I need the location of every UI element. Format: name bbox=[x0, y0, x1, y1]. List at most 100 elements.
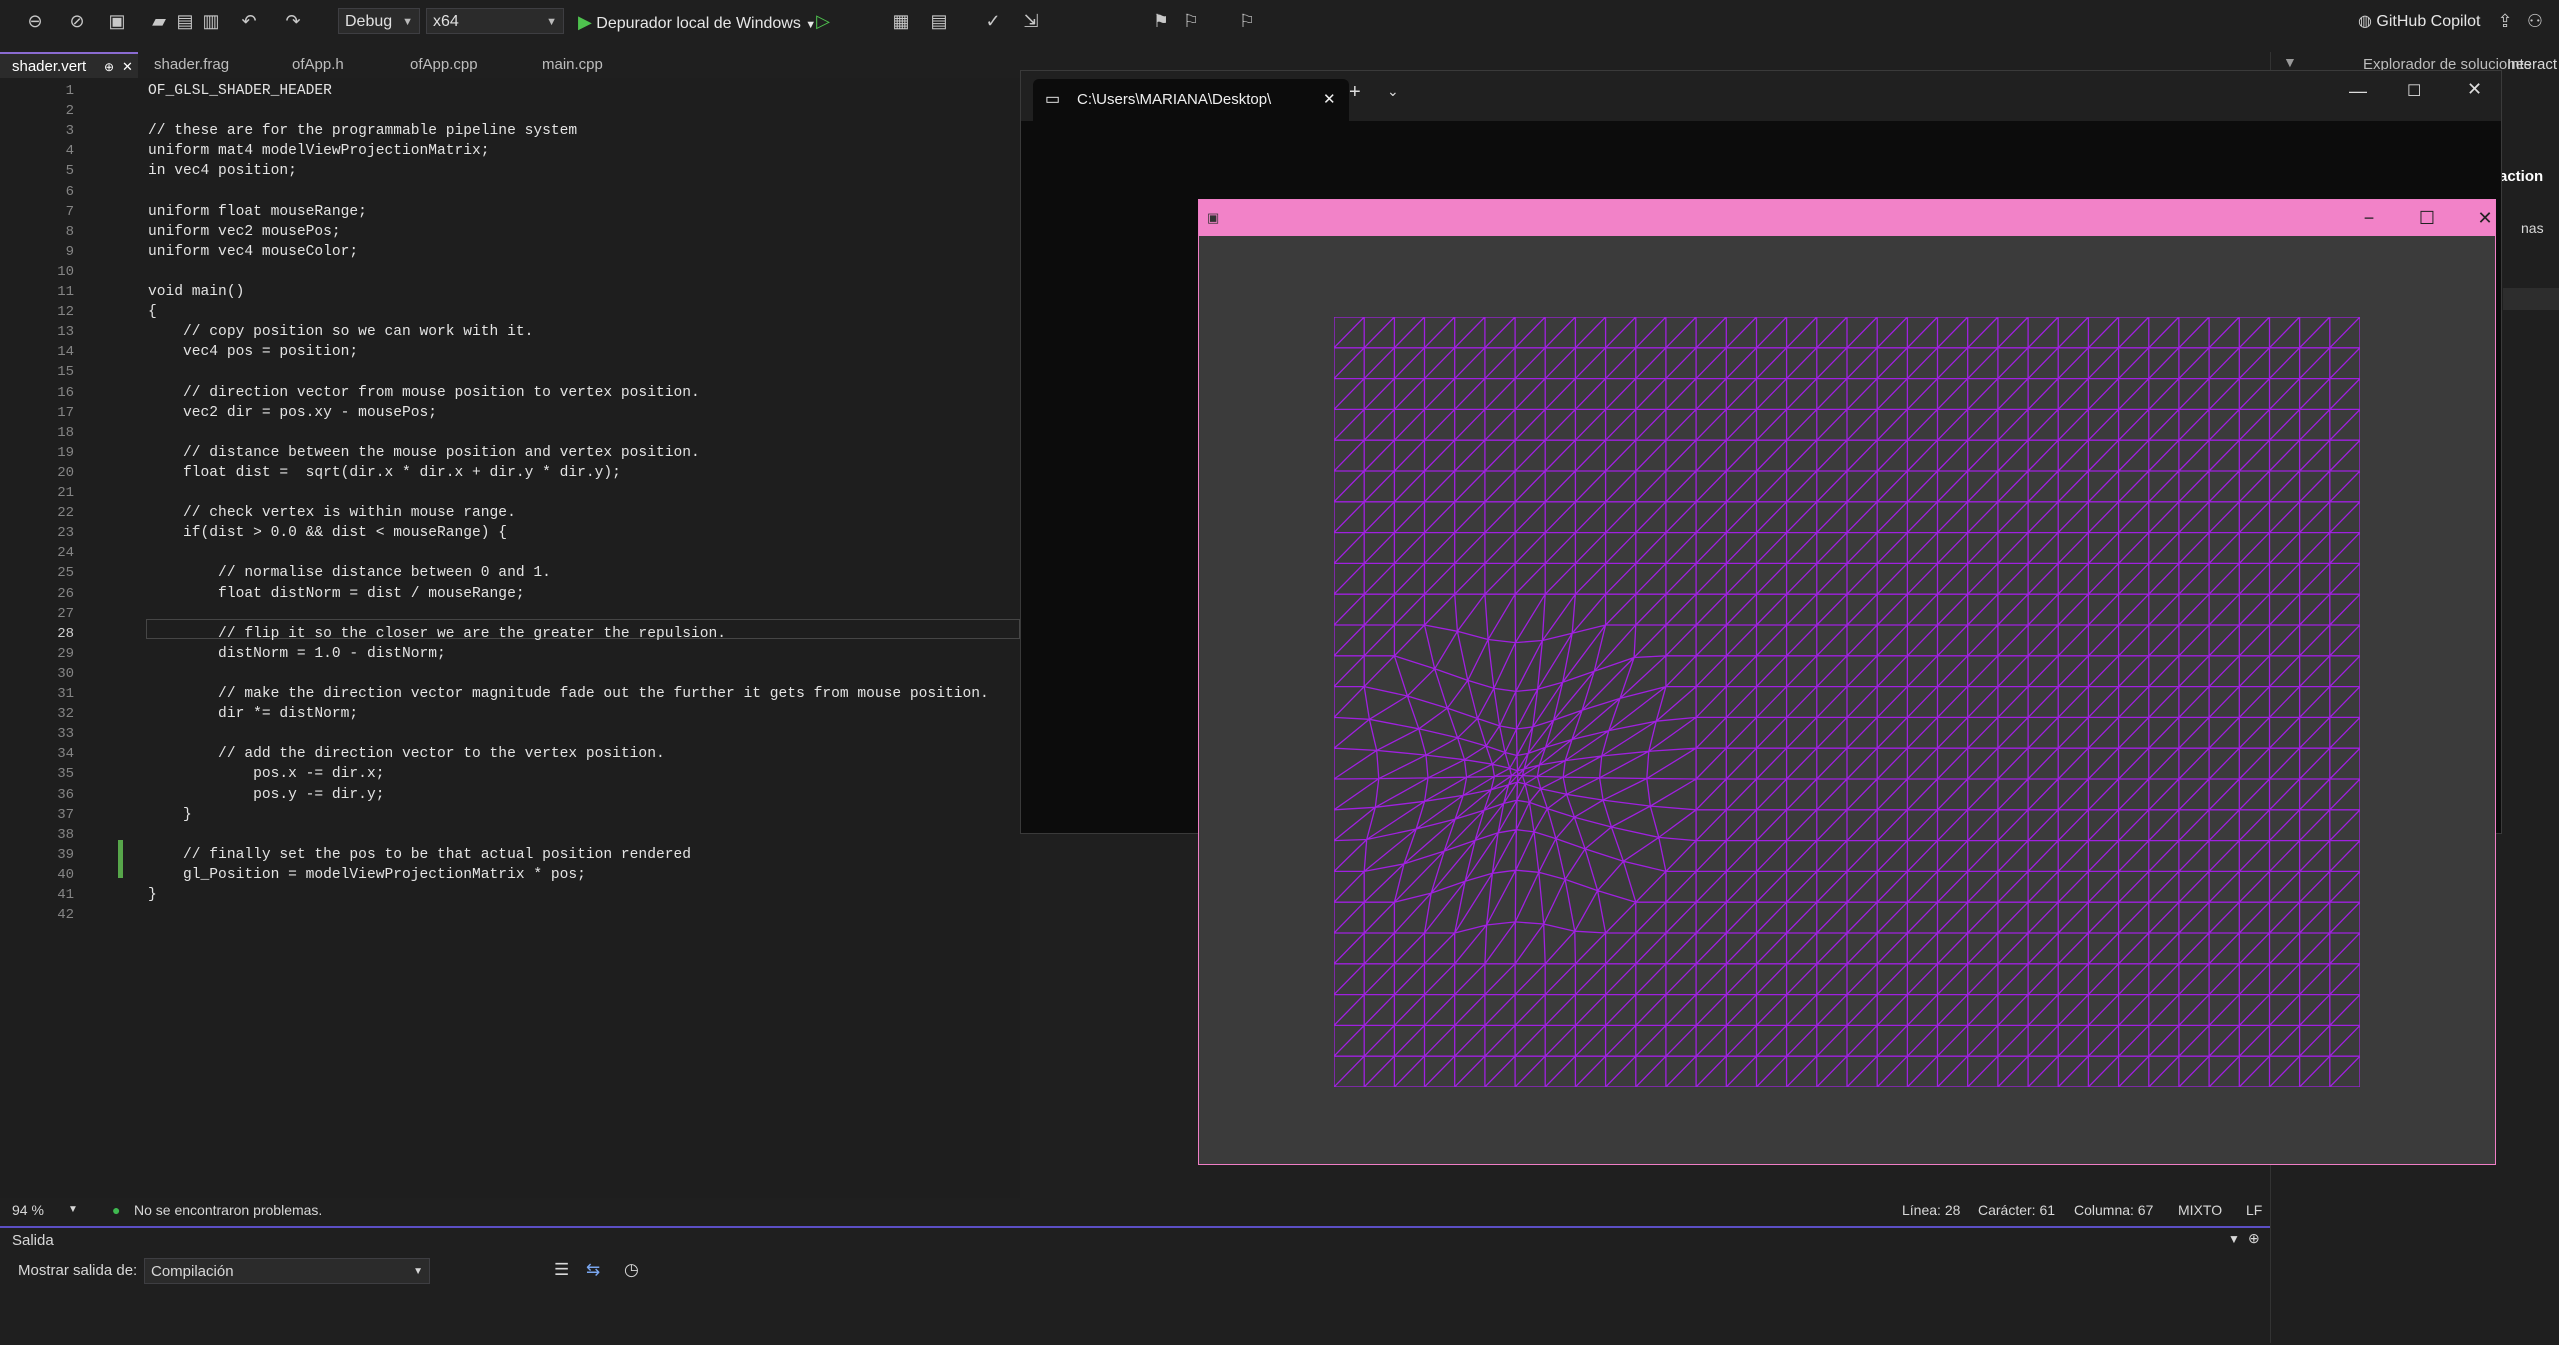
spellcheck-icon[interactable]: ✓ bbox=[982, 10, 1004, 32]
code-line[interactable]: pos.y -= dir.y; bbox=[148, 785, 384, 805]
play-icon: ▶ bbox=[578, 12, 592, 32]
terminal-tab[interactable]: ▭ C:\Users\MARIANA\Desktop\ ✕ bbox=[1033, 79, 1349, 121]
line-number: 14 bbox=[57, 344, 74, 361]
platform-select[interactable]: x64 ▼ bbox=[426, 8, 564, 34]
run-without-debug-icon[interactable]: ▷ bbox=[812, 10, 834, 32]
code-line[interactable]: // flip it so the closer we are the grea… bbox=[148, 624, 726, 644]
tab-ofapp-h[interactable]: ofApp.h bbox=[280, 52, 400, 78]
redo-icon[interactable]: ↷ bbox=[282, 10, 304, 32]
code-line[interactable]: uniform mat4 modelViewProjectionMatrix; bbox=[148, 141, 490, 161]
selected-tree-item[interactable] bbox=[2503, 288, 2559, 310]
code-line[interactable]: // direction vector from mouse position … bbox=[148, 383, 700, 403]
code-line[interactable]: // finally set the pos to be that actual… bbox=[148, 845, 691, 865]
code-line[interactable]: } bbox=[148, 885, 157, 905]
zoom-level[interactable]: 94 % bbox=[12, 1198, 44, 1222]
account-icon[interactable]: ⚇ bbox=[2524, 10, 2546, 32]
code-line[interactable]: uniform float mouseRange; bbox=[148, 202, 367, 222]
code-line[interactable]: pos.x -= dir.x; bbox=[148, 764, 384, 784]
bookmark-clear-icon[interactable]: ⚐ bbox=[1236, 10, 1258, 32]
open-folder-icon[interactable]: ▰ bbox=[148, 10, 170, 32]
plus-icon[interactable]: + bbox=[1349, 81, 1361, 104]
undo-icon[interactable]: ↶ bbox=[238, 10, 260, 32]
github-copilot-button[interactable]: ◍ GitHub Copilot bbox=[2358, 10, 2480, 34]
toggle-icon[interactable]: ⇆ bbox=[586, 1260, 600, 1280]
line-number: 5 bbox=[65, 163, 74, 180]
close-icon[interactable]: ✕ bbox=[1323, 79, 1336, 121]
line-number: 34 bbox=[57, 746, 74, 763]
solution-folder-icon[interactable]: ▦ bbox=[890, 10, 912, 32]
code-line[interactable]: { bbox=[148, 302, 157, 322]
code-line[interactable]: // check vertex is within mouse range. bbox=[148, 503, 516, 523]
word-wrap-icon[interactable]: ☰ bbox=[554, 1260, 569, 1280]
line-number: 9 bbox=[65, 243, 74, 260]
code-line[interactable]: gl_Position = modelViewProjectionMatrix … bbox=[148, 865, 586, 885]
bookmark-prev-icon[interactable]: ⚐ bbox=[1180, 10, 1202, 32]
code-line[interactable]: // copy position so we can work with it. bbox=[148, 322, 533, 342]
forward-icon[interactable]: ⊘ bbox=[66, 10, 88, 32]
code-line[interactable]: float dist = sqrt(dir.x * dir.x + dir.y … bbox=[148, 463, 621, 483]
tab-shader-frag[interactable]: shader.frag bbox=[142, 52, 270, 78]
problems-status[interactable]: No se encontraron problemas. bbox=[134, 1198, 322, 1222]
back-icon[interactable]: ⊖ bbox=[24, 10, 46, 32]
line-number: 18 bbox=[57, 424, 74, 441]
step-icon[interactable]: ⇲ bbox=[1020, 10, 1042, 32]
cursor-line: Línea: 28 bbox=[1902, 1202, 1961, 1218]
code-line[interactable]: OF_GLSL_SHADER_HEADER bbox=[148, 81, 332, 101]
line-number: 22 bbox=[57, 505, 74, 522]
line-number: 20 bbox=[57, 464, 74, 481]
code-line[interactable]: // add the direction vector to the verte… bbox=[148, 744, 665, 764]
distorted-mesh-render[interactable] bbox=[1334, 317, 2360, 1087]
code-line[interactable]: distNorm = 1.0 - distNorm; bbox=[148, 644, 446, 664]
code-line[interactable]: // normalise distance between 0 and 1. bbox=[148, 563, 551, 583]
close-icon[interactable]: ✕ bbox=[2465, 200, 2505, 236]
code-line[interactable]: vec2 dir = pos.xy - mousePos; bbox=[148, 403, 437, 423]
chevron-down-icon[interactable]: ▼ bbox=[2228, 1232, 2240, 1246]
code-line[interactable]: uniform vec4 mouseColor; bbox=[148, 242, 358, 262]
line-number: 33 bbox=[57, 726, 74, 743]
config-value: Debug bbox=[345, 13, 393, 30]
bookmark-icon[interactable]: ⚑ bbox=[1150, 10, 1172, 32]
chevron-down-icon[interactable]: ▼ bbox=[2283, 54, 2297, 70]
minimize-icon[interactable]: — bbox=[2349, 81, 2367, 102]
code-editor[interactable]: 1 2 3 4 5 6 7 8 9 10 11 12 13 14 15 16 17 18 19 20 21 22 23 24 2… bbox=[0, 78, 1020, 1198]
code-line[interactable]: // these are for the programmable pipeli… bbox=[148, 121, 577, 141]
code-line[interactable]: in vec4 position; bbox=[148, 161, 297, 181]
maximize-icon[interactable]: ☐ bbox=[2407, 200, 2447, 236]
tab-ofapp-cpp[interactable]: ofApp.cpp bbox=[398, 52, 528, 78]
code-line[interactable]: uniform vec2 mousePos; bbox=[148, 222, 341, 242]
line-endings[interactable]: LF bbox=[2246, 1198, 2262, 1222]
close-icon[interactable]: ✕ bbox=[122, 54, 133, 80]
output-title: Salida bbox=[12, 1232, 54, 1249]
code-line[interactable]: // make the direction vector magnitude f… bbox=[148, 684, 989, 704]
minimize-icon[interactable]: − bbox=[2349, 200, 2389, 236]
chevron-down-icon[interactable]: ⌄ bbox=[1387, 83, 1399, 100]
code-line[interactable]: float distNorm = dist / mouseRange; bbox=[148, 584, 525, 604]
tab-shader-vert[interactable]: shader.vert ⊕ ✕ bbox=[0, 52, 138, 78]
maximize-icon[interactable]: ☐ bbox=[2407, 81, 2421, 101]
pin-icon[interactable]: ⊕ bbox=[2248, 1230, 2260, 1247]
output-source-select[interactable]: Compilación ▼ bbox=[144, 1258, 430, 1284]
config-select[interactable]: Debug ▼ bbox=[338, 8, 420, 34]
code-line[interactable]: vec4 pos = position; bbox=[148, 342, 358, 362]
chevron-down-icon[interactable]: ▼ bbox=[68, 1198, 78, 1222]
layout-icon[interactable]: ▤ bbox=[928, 10, 950, 32]
line-number: 21 bbox=[57, 485, 74, 501]
tab-main-cpp[interactable]: main.cpp bbox=[530, 52, 660, 78]
line-number: 26 bbox=[57, 585, 74, 602]
line-number: 36 bbox=[57, 786, 74, 803]
chevron-down-icon: ▼ bbox=[413, 1266, 423, 1277]
code-line[interactable]: void main() bbox=[148, 282, 244, 302]
pin-icon[interactable]: ⊕ bbox=[104, 54, 114, 80]
code-line[interactable]: // distance between the mouse position a… bbox=[148, 443, 700, 463]
start-debugging-button[interactable]: ▶ Depurador local de Windows ▼ bbox=[578, 10, 816, 34]
clock-icon[interactable]: ◷ bbox=[624, 1260, 639, 1280]
share-icon[interactable]: ⇪ bbox=[2494, 10, 2516, 32]
close-icon[interactable]: ✕ bbox=[2467, 79, 2482, 100]
new-project-icon[interactable]: ▣ bbox=[106, 10, 128, 32]
encoding[interactable]: MIXTO bbox=[2178, 1198, 2222, 1222]
save-all-icon[interactable]: ▥ bbox=[200, 10, 222, 32]
code-line[interactable]: } bbox=[148, 805, 192, 825]
code-line[interactable]: if(dist > 0.0 && dist < mouseRange) { bbox=[148, 523, 507, 543]
save-icon[interactable]: ▤ bbox=[174, 10, 196, 32]
code-line[interactable]: dir *= distNorm; bbox=[148, 704, 358, 724]
